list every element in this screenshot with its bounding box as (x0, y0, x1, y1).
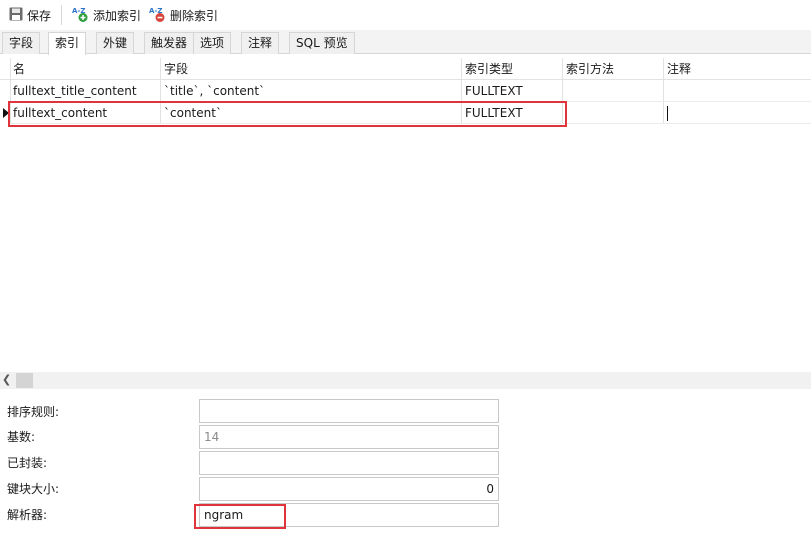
add-index-label: 添加索引 (93, 8, 142, 23)
column-header-fields[interactable]: 字段 (161, 58, 461, 80)
toolbar: 保存 A-Z 添加索引 A-Z 删除索引 (0, 0, 811, 30)
index-properties-panel: 排序规则: 基数: 14 已封装: 键块大小: 0 解析器: ngram (0, 390, 811, 554)
tab-bar: 字段 索引 外键 触发器 选项 注释 SQL 预览 (0, 30, 811, 55)
text-caret (667, 106, 668, 121)
delete-index-label: 删除索引 (170, 8, 219, 23)
column-header-name[interactable]: 名 (10, 58, 160, 80)
cell-index-name[interactable]: fulltext_title_content (10, 80, 160, 102)
column-header-index-type[interactable]: 索引类型 (462, 58, 562, 80)
toolbar-separator (61, 5, 63, 25)
scroll-left-icon[interactable]: ❮ (2, 373, 11, 386)
tab-foreign-keys[interactable]: 外键 (96, 32, 135, 54)
tab-sql-preview[interactable]: SQL 预览 (289, 32, 355, 54)
cell-index-method[interactable] (563, 102, 663, 124)
cell-index-fields[interactable]: `content` (161, 102, 461, 124)
column-header-comment[interactable]: 注释 (664, 58, 804, 80)
column-header-index-method[interactable]: 索引方法 (563, 58, 663, 80)
cardinality-field: 14 (199, 425, 499, 449)
cell-comment[interactable] (664, 80, 804, 102)
cell-index-name[interactable]: fulltext_content (10, 102, 160, 124)
table-row[interactable]: fulltext_title_content `title`, `content… (10, 80, 811, 102)
parser-field[interactable]: ngram (199, 503, 499, 527)
scrollbar-thumb[interactable] (16, 373, 33, 388)
delete-index-icon: A-Z (149, 5, 167, 26)
save-button[interactable]: 保存 (4, 3, 55, 27)
collation-field[interactable] (199, 399, 499, 423)
cell-index-method[interactable] (563, 80, 663, 102)
add-index-button[interactable]: A-Z 添加索引 (68, 3, 145, 27)
key-block-size-field[interactable]: 0 (199, 477, 499, 501)
horizontal-scrollbar[interactable]: ❮ (0, 372, 811, 389)
tab-comment[interactable]: 注释 (241, 32, 280, 54)
cell-index-type[interactable]: FULLTEXT (462, 80, 562, 102)
cell-comment[interactable] (664, 102, 804, 124)
add-index-icon: A-Z (72, 5, 90, 26)
table-row-selected[interactable]: fulltext_content `content` FULLTEXT (10, 102, 811, 124)
delete-index-button[interactable]: A-Z 删除索引 (145, 3, 222, 27)
key-block-size-label: 键块大小: (7, 482, 60, 496)
tab-options[interactable]: 选项 (193, 32, 232, 54)
packed-field[interactable] (199, 451, 499, 475)
tab-triggers[interactable]: 触发器 (144, 32, 195, 54)
cell-index-type[interactable]: FULLTEXT (462, 102, 562, 124)
grid-header: 名 字段 索引类型 索引方法 注释 (0, 58, 811, 80)
parser-label: 解析器: (7, 508, 48, 522)
current-row-indicator-icon (3, 108, 9, 118)
tab-indexes[interactable]: 索引 (48, 32, 87, 55)
collation-label: 排序规则: (7, 405, 60, 419)
save-icon (8, 6, 24, 25)
cardinality-label: 基数: (7, 430, 36, 444)
save-label: 保存 (27, 8, 52, 23)
index-grid: 名 字段 索引类型 索引方法 注释 fulltext_title_content… (0, 55, 811, 372)
packed-label: 已封装: (7, 456, 48, 470)
cell-index-fields[interactable]: `title`, `content` (161, 80, 461, 102)
tab-fields[interactable]: 字段 (2, 32, 41, 54)
